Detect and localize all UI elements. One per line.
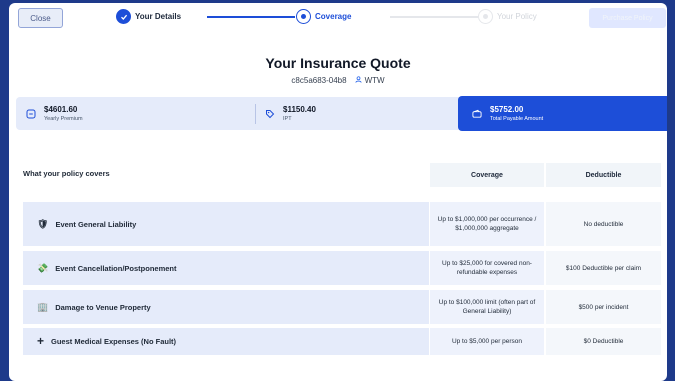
money-icon: 💸 [37, 262, 49, 273]
yearly-premium-value: $4601.60 [44, 105, 78, 114]
purchase-policy-button[interactable]: Purchase Policy [589, 8, 666, 28]
table-row: 💸 Event Cancellation/Postponement Up to … [23, 251, 661, 285]
ipt-label: IPT [283, 116, 292, 122]
deductible: $0 Deductible [546, 328, 661, 355]
quote-dialog: Close Your Details Coverage Your Policy … [9, 3, 667, 381]
coverage-table-heading: What your policy covers [23, 169, 110, 178]
total-payable: $5752.00 Total Payable Amount [458, 96, 667, 131]
total-label: Total Payable Amount [490, 116, 544, 122]
step-your-details: Your Details [116, 9, 181, 24]
table-row: + Guest Medical Expenses (No Fault) Up t… [23, 328, 661, 355]
coverage-limit: Up to $5,000 per person [430, 328, 544, 355]
coverage-name-text: Event Cancellation/Postponement [55, 263, 177, 273]
coverage-limit: Up to $100,000 limit (often part of Gene… [430, 290, 544, 324]
plus-icon: + [37, 334, 45, 348]
column-header-deductible: Deductible [546, 163, 661, 187]
column-header-coverage: Coverage [430, 163, 544, 187]
user-icon [355, 76, 362, 85]
coverage-name: + Guest Medical Expenses (No Fault) [23, 328, 429, 355]
coverage-name: 🏢 Damage to Venue Property [23, 290, 429, 324]
quote-meta: c8c5a683-04b8 WTW [9, 76, 667, 85]
divider [255, 104, 256, 124]
yearly-premium-label: Yearly Premium [44, 116, 83, 122]
step-coverage: Coverage [296, 9, 351, 24]
step-label: Your Details [135, 12, 182, 21]
price-summary: $4601.60 Yearly Premium $1150.40 IPT $57… [16, 96, 667, 131]
yearly-premium: $4601.60 Yearly Premium [26, 97, 83, 130]
table-row: 🛡 Event General Liability Up to $1,000,0… [23, 202, 661, 246]
step-connector [207, 16, 295, 18]
coverage-name-text: Event General Liability [55, 219, 137, 229]
minus-box-icon [26, 109, 36, 119]
wallet-icon [472, 109, 482, 119]
upcoming-step-icon [478, 9, 493, 24]
step-label: Coverage [315, 12, 352, 21]
coverage-limit: Up to $1,000,000 per occurrence / $1,000… [430, 202, 544, 246]
tag-icon [265, 109, 275, 119]
ipt: $1150.40 IPT [265, 97, 316, 130]
deductible: No deductible [546, 202, 661, 246]
coverage-name: 💸 Event Cancellation/Postponement [23, 251, 429, 285]
page-title: Your Insurance Quote [265, 55, 411, 71]
quote-reference: c8c5a683-04b8 [291, 76, 347, 85]
coverage-name: 🛡 Event General Liability [23, 202, 429, 246]
total-value: $5752.00 [490, 105, 524, 114]
coverage-name-text: Damage to Venue Property [55, 302, 151, 312]
deductible: $500 per incident [546, 290, 661, 324]
coverage-limit: Up to $25,000 for covered non-refundable… [430, 251, 544, 285]
broker-name: WTW [364, 76, 385, 85]
shield-icon: 🛡 [37, 218, 49, 229]
deductible: $100 Deductible per claim [546, 251, 661, 285]
step-connector [390, 16, 478, 18]
ipt-value: $1150.40 [283, 105, 316, 114]
broker: WTW [355, 76, 385, 85]
step-label: Your Policy [497, 12, 537, 21]
coverage-name-text: Guest Medical Expenses (No Fault) [51, 337, 177, 346]
table-row: 🏢 Damage to Venue Property Up to $100,00… [23, 290, 661, 324]
close-button[interactable]: Close [18, 8, 63, 28]
step-your-policy: Your Policy [478, 9, 537, 24]
building-icon: 🏢 [37, 301, 49, 312]
checkmark-icon [116, 9, 131, 24]
current-step-icon [296, 9, 311, 24]
